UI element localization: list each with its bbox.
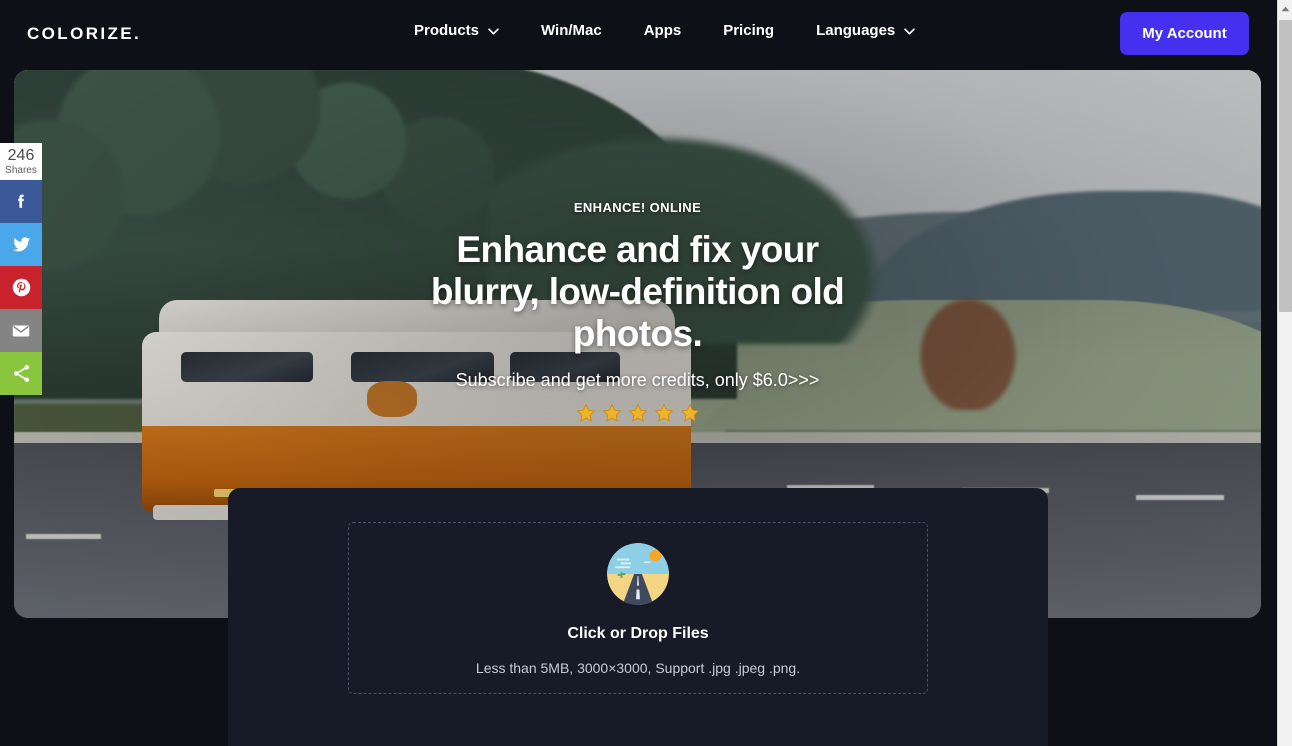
email-share-button[interactable]	[0, 309, 42, 352]
scrollbar-thumb[interactable]	[1279, 20, 1292, 312]
hero-rating-stars	[14, 403, 1261, 423]
vertical-scrollbar[interactable]	[1277, 0, 1292, 746]
brand-logo[interactable]: COLORIZE.	[27, 24, 141, 44]
facebook-share-button[interactable]	[0, 180, 42, 223]
nav-item-languages[interactable]: Languages	[816, 22, 916, 39]
nav-item-products[interactable]: Products	[414, 22, 499, 39]
my-account-button[interactable]: My Account	[1120, 12, 1249, 55]
hero-headline: Enhance and fix your blurry, low-definit…	[430, 229, 845, 354]
scroll-up-arrow[interactable]	[1278, 0, 1292, 17]
nav-item-label: Pricing	[723, 22, 775, 39]
twitter-icon	[12, 237, 30, 252]
hero-eyebrow: ENHANCE! ONLINE	[573, 200, 702, 215]
social-share-rail: 246 Shares	[0, 143, 42, 395]
twitter-share-button[interactable]	[0, 223, 42, 266]
share-nodes-icon	[13, 365, 29, 382]
star-icon	[680, 403, 699, 422]
hero-subline[interactable]: Subscribe and get more credits, only $6.…	[14, 370, 1261, 391]
nav-item-label: Languages	[816, 22, 896, 39]
dropzone-title: Click or Drop Files	[567, 625, 709, 642]
hero-copy: ENHANCE! ONLINE Enhance and fix your blu…	[14, 200, 1261, 423]
chevron-down-icon	[488, 28, 499, 35]
nav-item-label: Products	[414, 22, 480, 39]
nav-item-win-mac[interactable]: Win/Mac	[541, 22, 602, 39]
nav-item-label: Apps	[643, 22, 682, 39]
main-navigation: Products Win/Mac Apps Pricing Languages	[414, 22, 916, 39]
site-header: COLORIZE. Products Win/Mac Apps Pricing …	[0, 0, 1277, 67]
facebook-icon	[18, 194, 24, 208]
upload-card: Click or Drop Files Less than 5MB, 3000×…	[228, 488, 1048, 746]
share-count-number: 246	[7, 146, 35, 164]
more-share-button[interactable]	[0, 352, 42, 395]
star-icon	[628, 403, 647, 422]
star-icon	[602, 403, 621, 422]
file-dropzone[interactable]: Click or Drop Files Less than 5MB, 3000×…	[348, 522, 928, 694]
share-count-box: 246 Shares	[0, 143, 42, 180]
nav-item-pricing[interactable]: Pricing	[723, 22, 774, 39]
dropzone-hint: Less than 5MB, 3000×3000, Support .jpg .…	[475, 660, 801, 676]
pinterest-share-button[interactable]	[0, 266, 42, 309]
nav-item-apps[interactable]: Apps	[644, 22, 682, 39]
chevron-down-icon	[904, 28, 916, 35]
envelope-icon	[12, 325, 30, 336]
star-icon	[576, 403, 595, 422]
share-count-label: Shares	[5, 164, 37, 176]
nav-item-label: Win/Mac	[541, 22, 602, 39]
desert-road-image-icon	[607, 543, 669, 605]
pinterest-icon	[12, 278, 30, 297]
page-root: COLORIZE. Products Win/Mac Apps Pricing …	[0, 0, 1292, 746]
star-icon	[654, 403, 673, 422]
